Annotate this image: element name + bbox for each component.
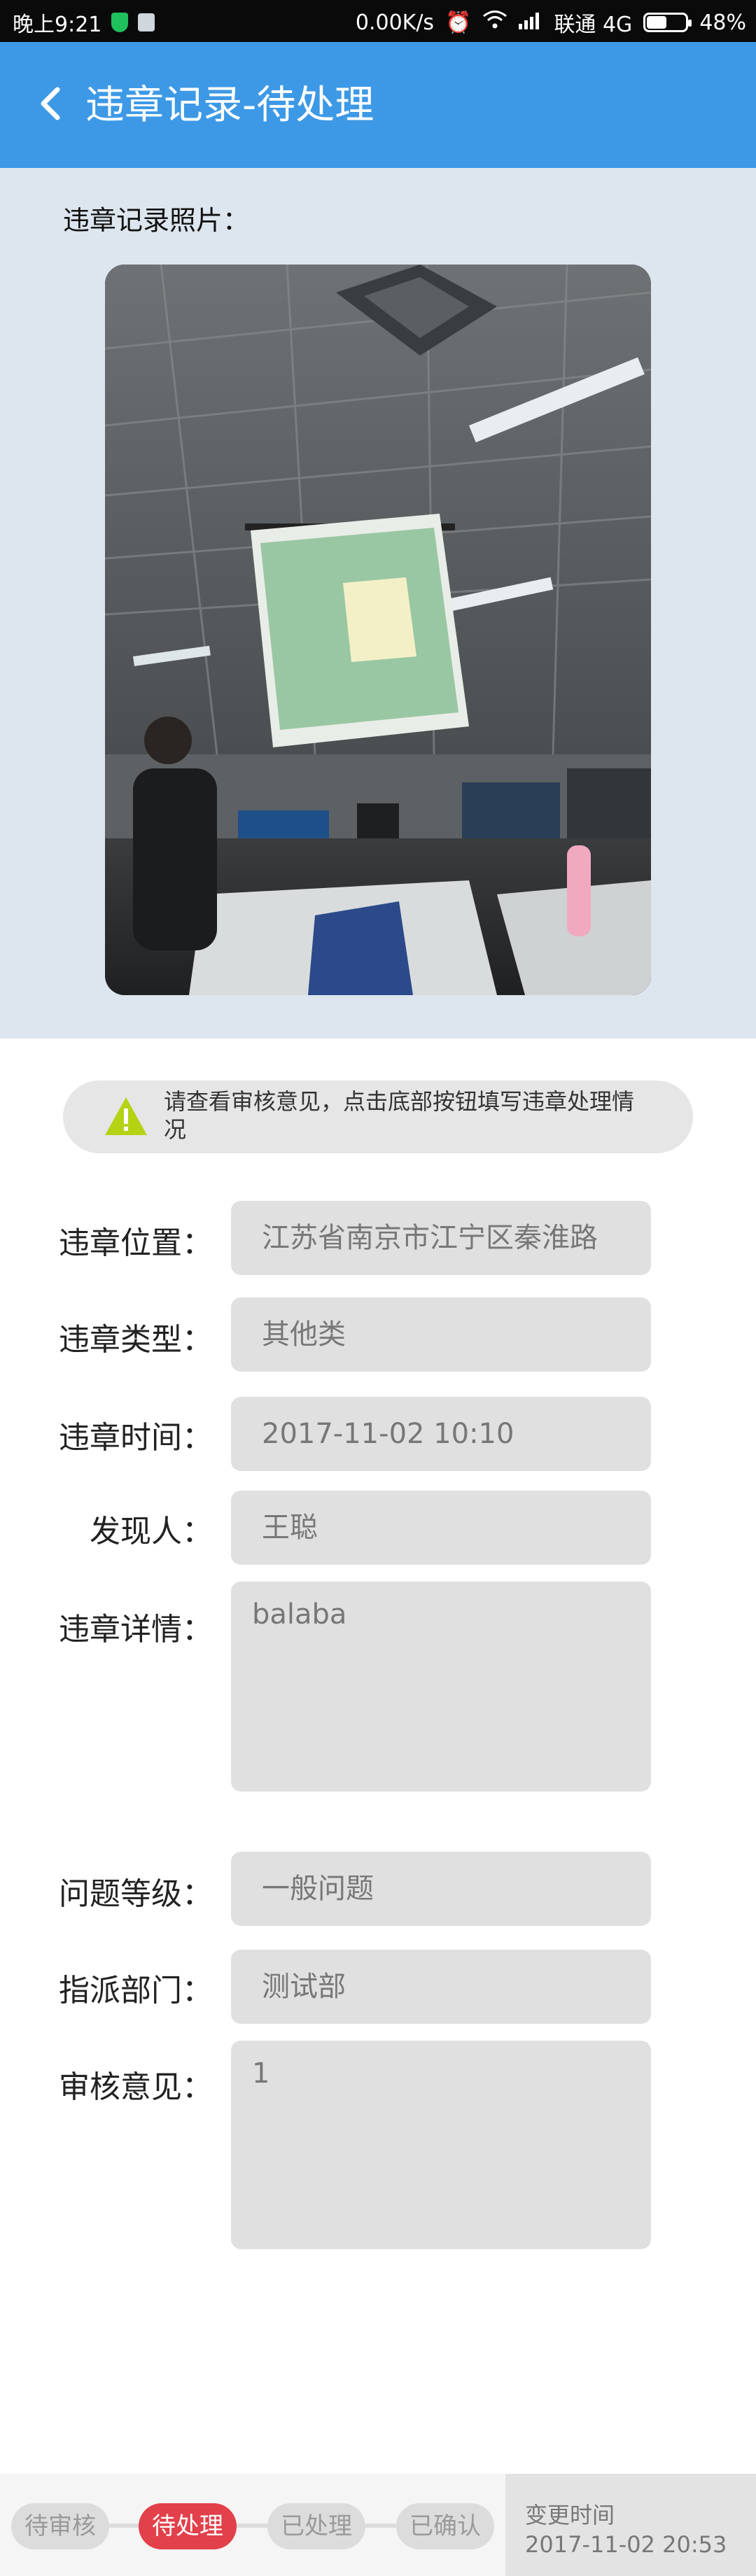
battery-percent: 48%	[699, 10, 746, 35]
classroom-photo-image	[105, 265, 651, 995]
location-field[interactable]: 江苏省南京市江宁区秦淮路	[231, 1201, 651, 1275]
app-bar: 违章记录-待处理	[0, 42, 756, 168]
time-field[interactable]: 2017-11-02 10:10	[231, 1397, 651, 1471]
change-time-panel: 变更时间 2017-11-02 20:53	[505, 2474, 756, 2576]
notice-banner: 请查看审核意见，点击底部按钮填写违章处理情况	[63, 1081, 693, 1153]
warning-icon	[105, 1097, 147, 1135]
level-field[interactable]: 一般问题	[231, 1852, 651, 1926]
change-time-label: 变更时间	[525, 2502, 615, 2528]
status-bar: 晚上9:21 0.00K/s ⏰ 联通 4G 48%	[0, 0, 756, 42]
carrier-label: 联通 4G	[554, 13, 633, 37]
step-confirmed[interactable]: 已确认	[396, 2503, 494, 2549]
shield-icon	[111, 13, 129, 32]
alarm-icon: ⏰	[445, 10, 472, 35]
wifi-icon	[482, 10, 507, 35]
bottom-status-bar: 待审核 待处理 已处理 已确认 变更时间 2017-11-02 20:53	[0, 2474, 756, 2576]
status-time: 晚上9:21	[13, 13, 102, 37]
step-pending-process[interactable]: 待处理	[139, 2503, 237, 2549]
violation-photo[interactable]	[105, 265, 651, 995]
department-label: 指派部门：	[59, 1973, 213, 2008]
finder-field[interactable]: 王聪	[231, 1491, 651, 1565]
step-processed[interactable]: 已处理	[267, 2503, 365, 2549]
step-pending-review[interactable]: 待审核	[11, 2503, 109, 2549]
location-label: 违章位置：	[59, 1225, 213, 1261]
review-label: 审核意见：	[59, 2069, 213, 2105]
details-field[interactable]: balaba	[231, 1582, 651, 1792]
time-label: 违章时间：	[59, 1420, 213, 1456]
photo-label: 违章记录照片：	[63, 205, 250, 236]
chevron-left-icon	[41, 87, 60, 120]
department-field[interactable]: 测试部	[231, 1950, 651, 2024]
review-field[interactable]: 1	[231, 2041, 651, 2249]
battery-icon	[643, 13, 692, 32]
back-button[interactable]	[31, 83, 73, 125]
change-time-value: 2017-11-02 20:53	[525, 2531, 727, 2558]
notice-text: 请查看审核意见，点击底部按钮填写违章处理情况	[164, 1088, 635, 1143]
details-label: 违章详情：	[59, 1612, 213, 1647]
type-label: 违章类型：	[59, 1322, 213, 1358]
network-speed: 0.00K/s	[355, 10, 435, 35]
signal-icon	[519, 10, 542, 35]
type-field[interactable]: 其他类	[231, 1297, 651, 1372]
finder-label: 发现人：	[90, 1514, 213, 1549]
sim-card-icon	[138, 13, 155, 31]
photo-section: 违章记录照片：	[0, 168, 756, 1039]
level-label: 问题等级：	[59, 1876, 213, 1912]
page-title: 违章记录-待处理	[85, 83, 374, 128]
